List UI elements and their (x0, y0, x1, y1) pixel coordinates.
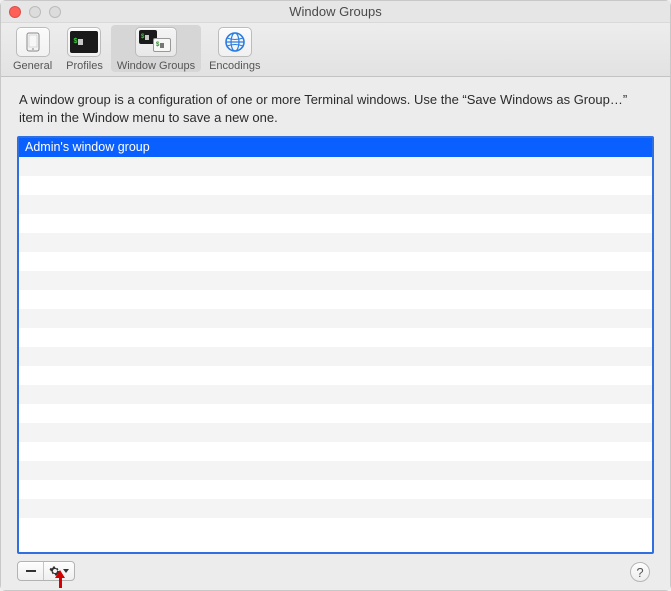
toolbar-label: Encodings (209, 60, 260, 72)
list-item (19, 366, 652, 385)
action-menu-button[interactable] (44, 562, 74, 580)
zoom-button[interactable] (49, 6, 61, 18)
window-groups-list[interactable]: Admin's window group (17, 136, 654, 554)
window-title: Window Groups (1, 4, 670, 19)
help-button[interactable]: ? (630, 562, 650, 582)
window-groups-icon: $ $ (135, 27, 177, 57)
list-item[interactable]: Admin's window group (19, 138, 652, 157)
list-item (19, 499, 652, 518)
list-item (19, 176, 652, 195)
toolbar-label: General (13, 60, 52, 72)
list-item (19, 309, 652, 328)
list-item (19, 518, 652, 537)
list-item (19, 347, 652, 366)
toolbar: General $ Profiles $ $ W (1, 23, 670, 77)
toolbar-label: Window Groups (117, 60, 195, 72)
list-item (19, 404, 652, 423)
list-item (19, 252, 652, 271)
traffic-lights (9, 6, 61, 18)
list-item (19, 195, 652, 214)
help-label: ? (636, 565, 643, 580)
general-icon (16, 27, 50, 57)
minus-icon (26, 570, 36, 572)
list-item (19, 461, 652, 480)
close-button[interactable] (9, 6, 21, 18)
profiles-icon: $ (67, 27, 101, 57)
gear-icon (49, 565, 61, 577)
list-item (19, 214, 652, 233)
toolbar-tab-encodings[interactable]: Encodings (203, 25, 266, 72)
preferences-window: Window Groups General $ Profiles (0, 0, 671, 591)
list-controls-segment (17, 561, 75, 581)
titlebar: Window Groups (1, 1, 670, 23)
encodings-icon (218, 27, 252, 57)
list-item (19, 480, 652, 499)
toolbar-tab-profiles[interactable]: $ Profiles (60, 25, 109, 72)
list-item (19, 157, 652, 176)
remove-button[interactable] (18, 562, 44, 580)
chevron-down-icon (63, 569, 69, 573)
list-item (19, 328, 652, 347)
list-item (19, 271, 652, 290)
list-item (19, 423, 652, 442)
list-item (19, 233, 652, 252)
list-item (19, 385, 652, 404)
list-item (19, 442, 652, 461)
footer-controls: ? (17, 560, 654, 582)
toolbar-label: Profiles (66, 60, 103, 72)
minimize-button[interactable] (29, 6, 41, 18)
list-item (19, 290, 652, 309)
toolbar-tab-general[interactable]: General (7, 25, 58, 72)
content-area: A window group is a configuration of one… (1, 77, 670, 590)
description-text: A window group is a configuration of one… (17, 91, 654, 126)
toolbar-tab-window-groups[interactable]: $ $ Window Groups (111, 25, 201, 72)
